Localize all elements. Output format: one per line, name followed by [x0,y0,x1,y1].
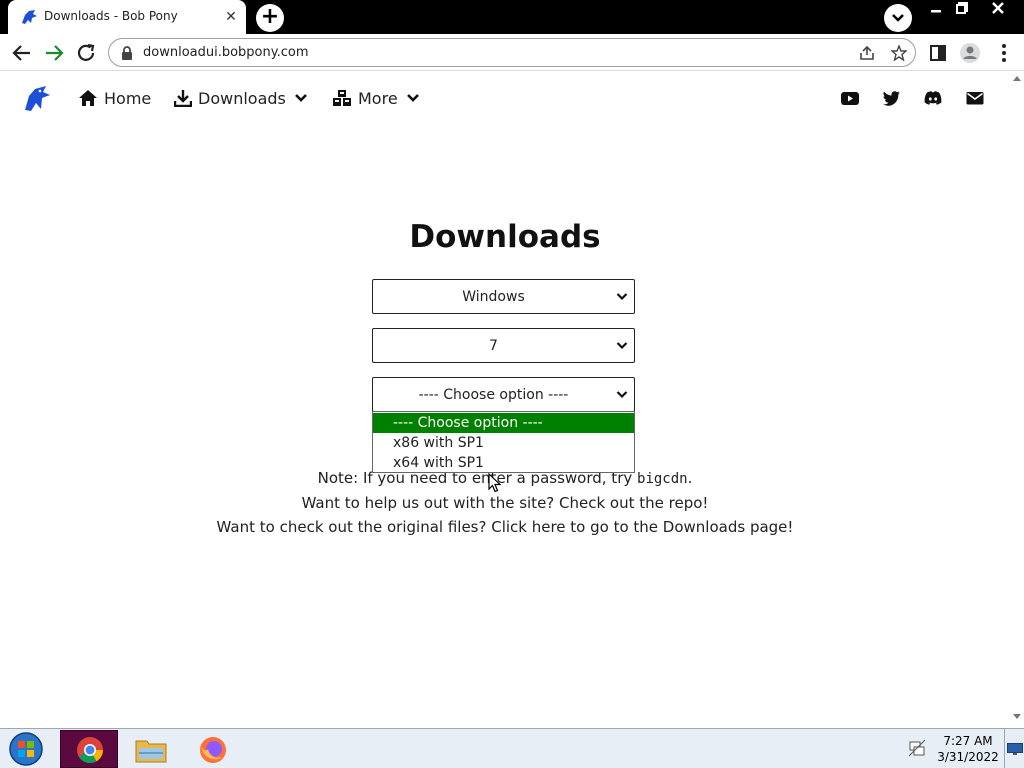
cubes-icon [333,90,351,106]
browser-toolbar: downloadui.bobpony.com [0,34,1024,71]
tab-title: Downloads - Bob Pony [44,9,178,23]
back-icon[interactable] [10,41,34,65]
chevron-down-icon [616,342,628,350]
dropdown-option[interactable]: ---- Choose option ---- [373,413,634,433]
windows-taskbar: 7:27 AM 3/31/2022 [0,728,1024,768]
start-button-icon[interactable] [6,731,46,767]
close-icon [992,2,1004,14]
youtube-icon[interactable] [840,88,860,108]
show-desktop-button[interactable] [1004,729,1024,768]
desktop-icon [1007,743,1023,755]
edition-select[interactable]: ---- Choose option ---- [372,377,635,412]
original-files-link-text[interactable]: Want to check out the original files? Cl… [0,518,1010,536]
firefox-icon [200,737,226,763]
lock-icon [122,46,132,60]
screen: Downloads - Bob Pony ✕ + downloadui.bobp… [0,0,1024,768]
restore-icon [956,2,968,14]
dropdown-option[interactable]: x86 with SP1 [373,433,634,453]
clock-time: 7:27 AM [943,734,993,748]
twitter-icon[interactable] [881,88,901,108]
web-page: Home Downloads More Downloads Windows 7 [0,71,1024,728]
url-text: downloadui.bobpony.com [143,45,309,60]
scroll-down-icon[interactable] [1013,714,1021,720]
mail-icon[interactable] [965,88,985,108]
address-bar[interactable]: downloadui.bobpony.com [108,38,916,67]
profile-icon[interactable] [958,41,982,65]
version-select-value: 7 [489,338,498,354]
os-select-value: Windows [462,289,525,305]
edition-select-value: ---- Choose option ---- [418,387,569,403]
taskbar-explorer[interactable] [122,730,180,768]
note-suffix: . [687,469,693,487]
nav-home[interactable]: Home [78,87,151,109]
mouse-cursor-icon [488,473,502,493]
tab-close-icon[interactable]: ✕ [222,8,240,26]
browser-titlebar: Downloads - Bob Pony ✕ + [0,0,1024,34]
menu-kebab-icon[interactable] [992,41,1016,65]
bobpony-logo-icon[interactable] [22,83,52,113]
nav-downloads-label: Downloads [198,88,286,108]
discord-icon[interactable] [923,88,943,108]
edition-dropdown-list: ---- Choose option ---- x86 with SP1 x64… [372,411,635,473]
download-icon [174,90,192,107]
site-navbar: Home Downloads More [0,71,1010,125]
chevron-down-icon [294,94,307,102]
version-select[interactable]: 7 [372,328,635,363]
dropdown-option[interactable]: x64 with SP1 [373,453,634,473]
chevron-down-icon [616,391,628,399]
nav-home-label: Home [104,88,152,108]
taskbar-chrome[interactable] [60,730,118,768]
side-panel-icon[interactable] [926,41,950,65]
network-icon[interactable] [908,739,926,757]
scroll-up-icon[interactable] [1013,75,1021,81]
folder-icon [135,740,167,763]
browser-tab[interactable]: Downloads - Bob Pony ✕ [8,0,246,34]
nav-more-label: More [358,88,398,108]
chevron-down-icon [406,94,419,102]
page-title: Downloads [409,219,601,255]
os-select[interactable]: Windows [372,279,635,314]
bobpony-favicon-icon [22,10,37,24]
close-window-button[interactable] [982,0,1014,20]
clock-date: 3/31/2022 [937,750,999,764]
nav-more[interactable]: More [332,87,420,109]
minimize-icon [931,10,941,13]
restore-button[interactable] [946,0,978,20]
new-tab-button[interactable]: + [256,4,284,32]
page-scrollbar[interactable] [1010,71,1024,728]
reload-icon[interactable] [74,41,98,65]
share-icon[interactable] [859,45,875,61]
repo-link-text[interactable]: Want to help us out with the site? Check… [0,494,1010,512]
star-icon[interactable] [891,45,907,61]
taskbar-firefox[interactable] [184,730,242,768]
password-code: bigcdn [637,471,688,487]
chevron-down-icon [616,293,628,301]
forward-icon[interactable] [42,41,66,65]
nav-downloads[interactable]: Downloads [174,87,308,109]
chrome-icon [77,737,104,764]
tab-search-button[interactable] [884,4,912,32]
home-icon [79,90,97,106]
system-clock[interactable]: 7:27 AM 3/31/2022 [934,733,1002,765]
chevron-down-icon [892,14,904,22]
